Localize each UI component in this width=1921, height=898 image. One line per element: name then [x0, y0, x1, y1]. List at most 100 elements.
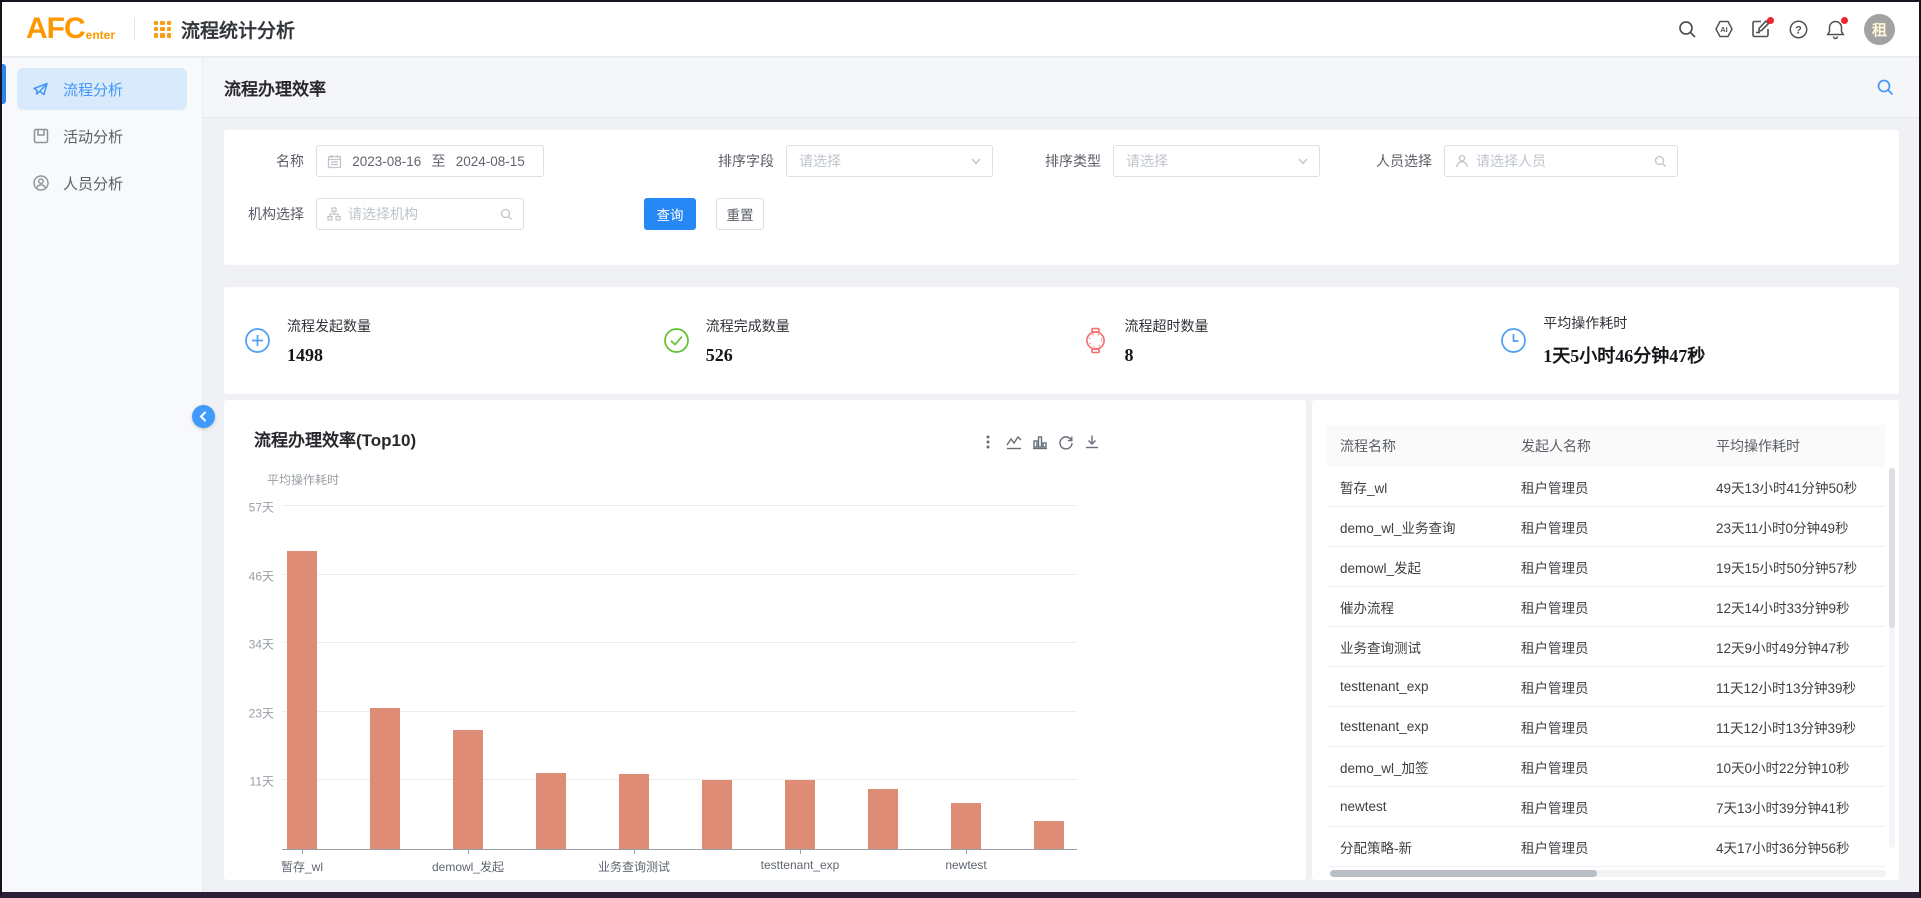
toolbox-refresh-icon[interactable]: [1058, 434, 1074, 450]
ai-assistant-icon[interactable]: AI: [1713, 18, 1735, 40]
stat-completed: 流程完成数量 526: [643, 316, 1062, 366]
gridline: [282, 505, 1077, 506]
bell-icon[interactable]: [1824, 18, 1846, 40]
stat-overtime: 流程超时数量 8: [1062, 316, 1481, 366]
user-avatar[interactable]: 租: [1864, 14, 1895, 45]
cell-avg-duration: 11天12小时13分钟39秒: [1716, 677, 1885, 697]
calendar-icon: [327, 154, 342, 169]
chart-title: 流程办理效率(Top10): [254, 426, 416, 451]
stats-panel: 流程发起数量 1498 流程完成数量 526: [224, 287, 1899, 394]
table-row: testtenant_exp租户管理员11天12小时13分钟39秒: [1327, 667, 1885, 707]
date-end-value[interactable]: 2024-08-15: [446, 154, 536, 169]
cell-avg-duration: 19天15小时50分钟57秒: [1716, 557, 1885, 577]
top-bar: AFC enter 流程统计分析 AI: [2, 2, 1919, 57]
page-search-icon[interactable]: [1876, 78, 1895, 97]
sidebar-item-process-analysis[interactable]: 流程分析: [17, 68, 187, 110]
cell-avg-duration: 10天0小时22分钟10秒: [1716, 757, 1885, 777]
cell-initiator: 租户管理员: [1521, 837, 1716, 857]
filter-panel: 名称 2023-08-16 至 2024-08-15 排序字段: [224, 130, 1899, 265]
stat-label: 平均操作耗时: [1543, 313, 1705, 333]
y-axis-tick-label: 46天: [226, 567, 274, 584]
sidebar-item-person-analysis[interactable]: 人员分析: [17, 162, 187, 204]
table-row: newtest租户管理员7天13小时39分钟41秒: [1327, 787, 1885, 827]
horizontal-scrollbar-thumb[interactable]: [1330, 870, 1597, 877]
cell-process-name: demowl_发起: [1327, 557, 1521, 577]
app-grid-icon[interactable]: [154, 21, 171, 38]
efficiency-table-panel: 流程名称 发起人名称 平均操作耗时 暂存_wl租户管理员49天13小时41分钟5…: [1312, 400, 1899, 880]
bar-业务查询测试[interactable]: [619, 774, 649, 849]
cell-process-name: 催办流程: [1327, 597, 1521, 617]
toolbox-download-icon[interactable]: [1084, 434, 1100, 450]
person-select-input[interactable]: 请选择人员: [1444, 145, 1678, 177]
cell-avg-duration: 4天17小时36分钟56秒: [1716, 837, 1885, 857]
person-analysis-icon: [32, 174, 50, 192]
notification-dot: [1767, 17, 1774, 24]
notification-dot: [1841, 17, 1848, 24]
column-header-avg-duration: 平均操作耗时: [1716, 436, 1885, 456]
cell-avg-duration: 12天14小时33分钟9秒: [1716, 597, 1885, 617]
toolbox-more-icon[interactable]: [980, 434, 996, 450]
table-horizontal-scrollbar: [1330, 870, 1886, 877]
cell-process-name: testtenant_exp: [1327, 679, 1521, 694]
org-tree-icon: [327, 207, 341, 221]
name-filter-label: 名称: [224, 151, 304, 171]
x-axis-tick: [302, 849, 303, 854]
y-axis-tick-label: 11天: [226, 773, 274, 790]
search-icon[interactable]: [1676, 18, 1698, 40]
cell-process-name: testtenant_exp: [1327, 719, 1521, 734]
bar-newtest[interactable]: [951, 803, 981, 849]
bar-分配策略-新[interactable]: [1034, 821, 1064, 849]
cell-initiator: 租户管理员: [1521, 797, 1716, 817]
sidebar-item-activity-analysis[interactable]: 活动分析: [17, 115, 187, 157]
date-range-picker[interactable]: 2023-08-16 至 2024-08-15: [316, 145, 544, 177]
afcenter-logo[interactable]: AFC enter: [26, 16, 115, 42]
chevron-down-icon: [970, 155, 982, 167]
sort-type-placeholder: 请选择: [1126, 151, 1168, 171]
bar-demo_wl_业务查询[interactable]: [370, 708, 400, 849]
toolbox-line-chart-icon[interactable]: [1006, 434, 1022, 450]
table-vertical-scrollbar: [1889, 468, 1895, 848]
vertical-scrollbar-thumb[interactable]: [1889, 468, 1895, 628]
bar-催办流程[interactable]: [536, 773, 566, 849]
cell-process-name: demo_wl_加签: [1327, 757, 1521, 777]
compose-icon[interactable]: [1750, 18, 1772, 40]
cell-process-name: newtest: [1327, 799, 1521, 814]
cell-avg-duration: 11天12小时13分钟39秒: [1716, 717, 1885, 737]
bar-demo_wl_加签[interactable]: [868, 789, 898, 849]
org-select-label: 机构选择: [224, 204, 304, 224]
bar-chart-plot: 11天23天34天46天57天暂存_wldemowl_发起业务查询测试testt…: [282, 507, 1077, 850]
sort-type-label: 排序类型: [1021, 151, 1101, 171]
main-area: 流程办理效率 名称 2023-08-16: [203, 58, 1919, 892]
table-body: 暂存_wl租户管理员49天13小时41分钟50秒demo_wl_业务查询租户管理…: [1327, 467, 1885, 867]
bar-testtenant_exp[interactable]: [785, 780, 815, 849]
cell-process-name: demo_wl_业务查询: [1327, 517, 1521, 537]
help-icon[interactable]: ?: [1787, 18, 1809, 40]
cell-avg-duration: 12天9小时49分钟47秒: [1716, 637, 1885, 657]
cell-avg-duration: 23天11小时0分钟49秒: [1716, 517, 1885, 537]
gridline: [282, 642, 1077, 643]
logo-text: AFC: [26, 16, 85, 42]
bar-testtenant_exp[interactable]: [702, 780, 732, 849]
check-circle-icon: [663, 327, 690, 354]
org-select-input[interactable]: 请选择机构: [316, 198, 524, 230]
sidebar-item-label: 人员分析: [63, 173, 123, 194]
svg-text:?: ?: [1795, 24, 1802, 36]
query-button[interactable]: 查询: [644, 198, 696, 230]
gridline: [282, 574, 1077, 575]
toolbox-bar-chart-icon[interactable]: [1032, 434, 1048, 450]
stat-value: 526: [706, 345, 790, 366]
bar-暂存_wl[interactable]: [287, 551, 317, 849]
sort-field-select[interactable]: 请选择: [786, 145, 993, 177]
plus-circle-icon: [244, 327, 271, 354]
cell-initiator: 租户管理员: [1521, 757, 1716, 777]
bar-demowl_发起[interactable]: [453, 730, 483, 849]
gridline: [282, 711, 1077, 712]
date-start-value[interactable]: 2023-08-16: [342, 154, 432, 169]
sidebar-collapse-button[interactable]: [192, 405, 215, 428]
reset-button[interactable]: 重置: [716, 198, 764, 230]
cell-initiator: 租户管理员: [1521, 477, 1716, 497]
sort-type-select[interactable]: 请选择: [1113, 145, 1320, 177]
cell-process-name: 暂存_wl: [1327, 477, 1521, 497]
y-axis-tick-label: 23天: [226, 704, 274, 721]
table-row: demo_wl_加签租户管理员10天0小时22分钟10秒: [1327, 747, 1885, 787]
